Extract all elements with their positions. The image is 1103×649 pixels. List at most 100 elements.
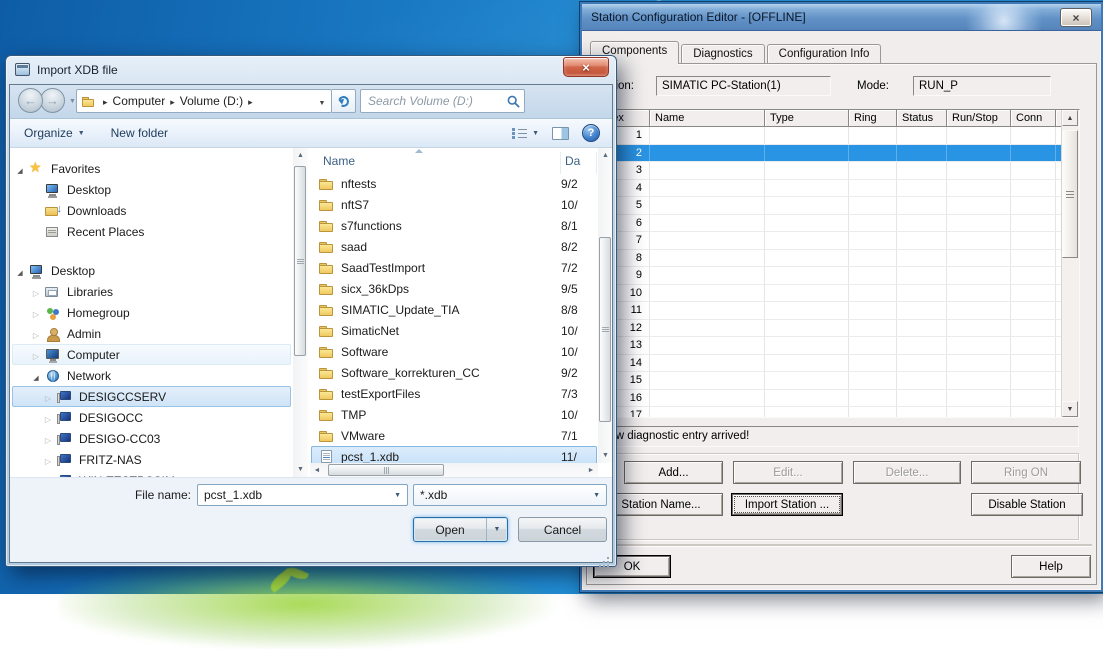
chevron-down-icon[interactable]: ▼ xyxy=(394,492,401,499)
sidebar-tree-item[interactable]: Homegroup xyxy=(12,302,291,323)
file-list-item[interactable]: SIMATIC_Update_TIA 8/8 xyxy=(311,299,597,320)
dialog-titlebar[interactable]: Import XDB file × xyxy=(6,56,616,84)
table-row[interactable]: 9 xyxy=(592,267,1064,285)
refresh-button[interactable] xyxy=(332,89,356,113)
sce-close-button[interactable]: × xyxy=(1060,8,1092,27)
open-split-dropdown[interactable]: ▼ xyxy=(486,518,507,541)
search-input[interactable] xyxy=(361,94,502,108)
open-button[interactable]: Open ▼ xyxy=(413,517,508,542)
column-header[interactable]: Run/Stop xyxy=(947,110,1011,127)
expander-icon[interactable] xyxy=(31,285,41,299)
sidebar-tree-item[interactable]: Downloads xyxy=(12,200,291,221)
sidebar-tree-item[interactable]: Libraries xyxy=(12,281,291,302)
file-list-item[interactable]: nftests 9/2 xyxy=(311,173,597,194)
breadcrumb-item[interactable]: Computer xyxy=(98,94,165,108)
expander-icon[interactable] xyxy=(43,411,53,425)
file-list-item[interactable]: saad 8/2 xyxy=(311,236,597,257)
expander-icon[interactable] xyxy=(15,162,25,176)
sidebar-tree-item[interactable]: WIN-TESTPCSIM xyxy=(12,470,291,477)
search-box[interactable] xyxy=(360,89,525,113)
name-column-header[interactable]: Name xyxy=(323,154,355,168)
file-list-item[interactable]: SimaticNet 10/ xyxy=(311,320,597,341)
table-row[interactable]: 7 xyxy=(592,232,1064,250)
sidebar-tree-item[interactable]: Desktop xyxy=(12,260,291,281)
sidebar-tree-item[interactable]: Recent Places xyxy=(12,221,291,242)
expander-icon[interactable] xyxy=(43,432,53,446)
table-row[interactable]: 16 xyxy=(592,390,1064,408)
sidebar-tree-item[interactable]: DESIGCCSERV xyxy=(12,386,291,407)
help-icon[interactable]: ? xyxy=(582,124,600,142)
sidebar-tree-item[interactable]: Admin xyxy=(12,323,291,344)
scroll-down-icon[interactable]: ▼ xyxy=(293,462,308,477)
change-view-button[interactable]: ▼ xyxy=(512,127,539,139)
recent-pages-chevron-icon[interactable]: ▼ xyxy=(69,98,76,105)
table-row[interactable]: 5 xyxy=(592,197,1064,215)
scrollbar-thumb[interactable] xyxy=(599,237,611,422)
scrollbar-thumb[interactable] xyxy=(294,166,306,356)
scrollbar-thumb[interactable] xyxy=(1062,130,1078,258)
sce-tab[interactable]: Diagnostics xyxy=(681,44,764,64)
chevron-down-icon[interactable]: ▼ xyxy=(593,492,600,499)
column-header[interactable]: Conn xyxy=(1011,110,1056,127)
file-list-item[interactable]: Software 10/ xyxy=(311,341,597,362)
scroll-left-icon[interactable]: ◄ xyxy=(310,463,324,477)
expander-icon[interactable] xyxy=(43,453,53,467)
sidebar-tree-item[interactable] xyxy=(12,242,291,260)
organize-button[interactable]: Organize ▼ xyxy=(24,126,85,140)
sce-action-button[interactable]: Import Station ... xyxy=(731,493,843,516)
file-list-item[interactable]: testExportFiles 7/3 xyxy=(311,383,597,404)
sce-tab[interactable]: Configuration Info xyxy=(767,44,882,64)
resize-grip[interactable] xyxy=(607,557,609,559)
sidebar-tree-item[interactable]: DESIGO-CC03 xyxy=(12,428,291,449)
sce-action-button[interactable]: Delete... xyxy=(853,461,961,484)
expander-icon[interactable] xyxy=(31,327,41,341)
sidebar-tree-item[interactable]: Computer xyxy=(12,344,291,365)
help-button[interactable]: Help xyxy=(1011,555,1091,578)
file-list-vertical-scrollbar[interactable]: ▲ ▼ xyxy=(598,148,612,463)
sidebar-tree-item[interactable]: Network xyxy=(12,365,291,386)
breadcrumb[interactable]: Computer Volume (D:) xyxy=(76,89,332,113)
table-row[interactable]: 15 xyxy=(592,372,1064,390)
table-row[interactable]: 3 xyxy=(592,162,1064,180)
table-vertical-scrollbar[interactable]: ▲ ▼ xyxy=(1061,110,1079,417)
table-row[interactable]: 12 xyxy=(592,320,1064,338)
sce-action-button[interactable]: Station Name... xyxy=(599,493,723,516)
sidebar-tree-item[interactable]: DESIGOCC xyxy=(12,407,291,428)
table-row[interactable]: 14 xyxy=(592,355,1064,373)
file-list-item[interactable]: s7functions 8/1 xyxy=(311,215,597,236)
expander-icon[interactable] xyxy=(31,348,41,362)
file-list-item[interactable]: nftS7 10/ xyxy=(311,194,597,215)
column-separator[interactable] xyxy=(560,152,561,174)
breadcrumb-dropdown-icon[interactable] xyxy=(313,94,331,108)
table-row[interactable]: 10 xyxy=(592,285,1064,303)
file-list-item[interactable]: VMware 7/1 xyxy=(311,425,597,446)
table-row[interactable]: 4 xyxy=(592,180,1064,198)
scroll-up-icon[interactable]: ▲ xyxy=(293,148,308,163)
file-list-horizontal-scrollbar[interactable]: ◄ ► xyxy=(310,463,598,477)
column-header[interactable]: Name xyxy=(650,110,765,127)
file-list-item[interactable]: pcst_1.xdb 11/ xyxy=(311,446,597,463)
scrollbar-thumb[interactable] xyxy=(328,464,444,476)
sidebar-tree-item[interactable]: FRITZ-NAS xyxy=(12,449,291,470)
table-row[interactable]: 1 xyxy=(592,127,1064,145)
sidebar-tree-item[interactable]: Desktop xyxy=(12,179,291,200)
preview-pane-icon[interactable] xyxy=(552,127,569,140)
expander-icon[interactable] xyxy=(15,264,25,278)
breadcrumb-item[interactable]: Volume (D:) xyxy=(165,94,243,108)
table-row[interactable]: 6 xyxy=(592,215,1064,233)
scroll-down-icon[interactable]: ▼ xyxy=(598,448,612,463)
scroll-up-icon[interactable]: ▲ xyxy=(1062,110,1078,126)
file-name-input[interactable] xyxy=(198,488,394,502)
column-header[interactable]: Type xyxy=(765,110,849,127)
column-header[interactable]: Ring xyxy=(849,110,897,127)
expander-icon[interactable] xyxy=(43,390,53,404)
file-list-item[interactable]: SaadTestImport 7/2 xyxy=(311,257,597,278)
file-list-item[interactable]: Software_korrekturen_CC 9/2 xyxy=(311,362,597,383)
expander-icon[interactable] xyxy=(31,369,41,383)
table-row[interactable]: 13 xyxy=(592,337,1064,355)
sce-titlebar[interactable]: Station Configuration Editor - [OFFLINE]… xyxy=(582,4,1101,31)
scroll-up-icon[interactable]: ▲ xyxy=(598,148,612,163)
table-row[interactable]: 11 xyxy=(592,302,1064,320)
sce-action-button[interactable]: Disable Station xyxy=(971,493,1083,516)
new-folder-button[interactable]: New folder xyxy=(111,126,168,140)
